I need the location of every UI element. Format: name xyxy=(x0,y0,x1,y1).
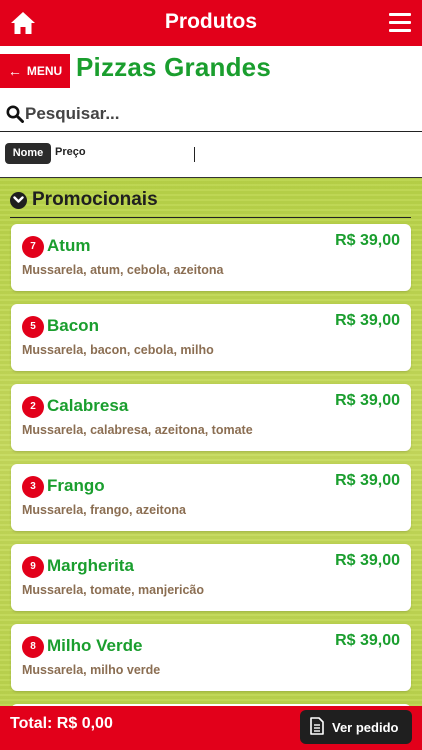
product-number-badge: 9 xyxy=(22,556,44,578)
product-number-badge: 3 xyxy=(22,476,44,498)
product-name: Milho Verde xyxy=(47,636,143,655)
product-description: Mussarela, calabresa, azeitona, tomate xyxy=(22,423,253,437)
product-price: R$ 39,00 xyxy=(335,472,400,489)
product-card[interactable]: 5 Bacon R$ 39,00 Mussarela, bacon, cebol… xyxy=(11,304,411,371)
product-description: Mussarela, bacon, cebola, milho xyxy=(22,343,214,357)
section-header[interactable]: Promocionais xyxy=(10,187,158,213)
view-order-label: Ver pedido xyxy=(332,719,399,735)
product-card[interactable]: 3 Frango R$ 39,00 Mussarela, frango, aze… xyxy=(11,464,411,531)
order-total: Total: R$ 0,00 xyxy=(10,715,113,732)
sort-by-price-button[interactable]: Preço xyxy=(55,146,86,158)
header-title: Produtos xyxy=(164,10,258,33)
view-order-button[interactable]: Ver pedido xyxy=(300,710,412,744)
search-input[interactable] xyxy=(25,102,405,126)
product-list[interactable]: Promocionais 7 Atum R$ 39,00 Mussarela, … xyxy=(0,178,422,706)
sort-by-name-button[interactable]: Nome xyxy=(5,143,51,164)
product-price: R$ 39,00 xyxy=(335,232,400,249)
menu-button-label: MENU xyxy=(26,64,63,78)
document-icon xyxy=(310,716,324,738)
product-name: Atum xyxy=(47,236,91,255)
product-name: Bacon xyxy=(47,316,99,335)
product-card[interactable]: 8 Milho Verde R$ 39,00 Mussarela, milho … xyxy=(11,624,411,691)
product-name: Calabresa xyxy=(47,396,129,415)
page-title: Pizzas Grandes xyxy=(76,52,271,82)
text-cursor xyxy=(194,147,195,162)
product-number-badge: 2 xyxy=(22,396,44,418)
chevron-down-circle-icon xyxy=(10,191,27,209)
arrow-left-icon: ← xyxy=(7,63,22,79)
hamburger-icon[interactable] xyxy=(389,13,411,33)
search-bar xyxy=(0,99,422,132)
product-description: Mussarela, frango, azeitona xyxy=(22,503,186,517)
home-icon[interactable] xyxy=(10,11,36,35)
search-icon xyxy=(6,105,24,123)
product-price: R$ 39,00 xyxy=(335,312,400,329)
bottom-bar: Total: R$ 0,00 Ver pedido xyxy=(0,706,422,750)
section-title: Promocionais xyxy=(32,189,158,210)
product-card[interactable]: 9 Margherita R$ 39,00 Mussarela, tomate,… xyxy=(11,544,411,611)
product-number-badge: 7 xyxy=(22,236,44,258)
product-price: R$ 39,00 xyxy=(335,392,400,409)
product-description: Mussarela, tomate, manjericão xyxy=(22,583,205,597)
product-description: Mussarela, atum, cebola, azeitona xyxy=(22,263,224,277)
product-card[interactable]: 7 Atum R$ 39,00 Mussarela, atum, cebola,… xyxy=(11,224,411,291)
product-card[interactable]: 2 Calabresa R$ 39,00 Mussarela, calabres… xyxy=(11,384,411,451)
sort-bar: Nome Preço xyxy=(0,132,422,178)
product-number-badge: 8 xyxy=(22,636,44,658)
product-price: R$ 39,00 xyxy=(335,632,400,649)
product-name: Frango xyxy=(47,476,105,495)
product-number-badge: 5 xyxy=(22,316,44,338)
product-name: Margherita xyxy=(47,556,134,575)
product-description: Mussarela, milho verde xyxy=(22,663,161,677)
product-price: R$ 39,00 xyxy=(335,552,400,569)
menu-back-button[interactable]: ← MENU xyxy=(0,54,70,88)
section-divider xyxy=(10,217,411,218)
top-bar: Produtos xyxy=(0,0,422,46)
